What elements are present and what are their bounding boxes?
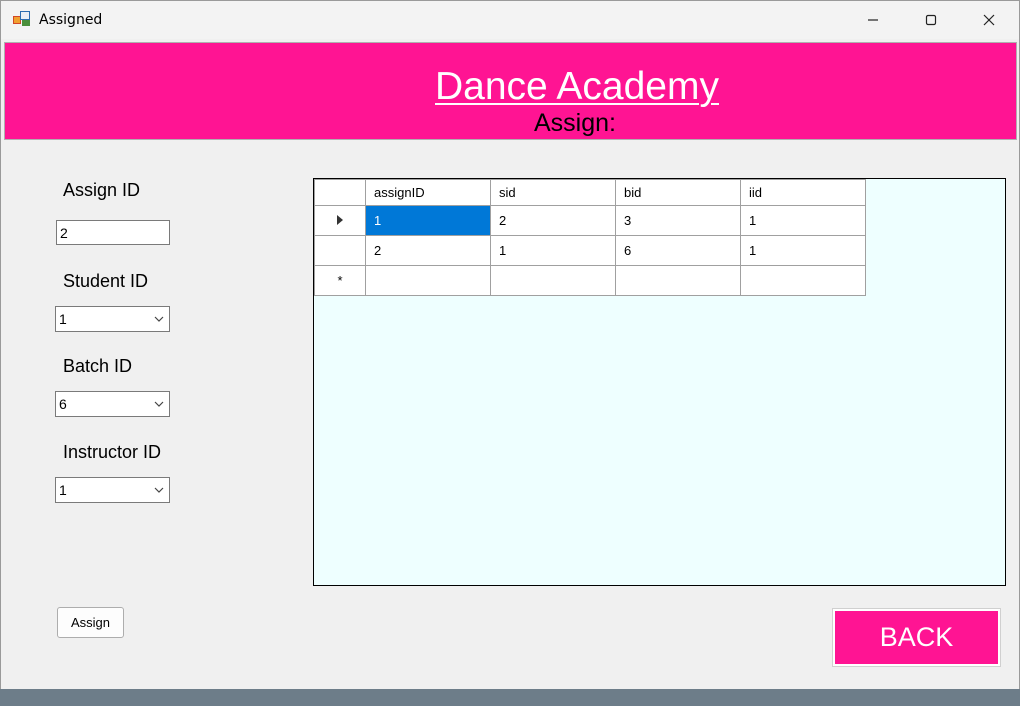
batch-id-value: 6 [59,396,67,412]
close-icon [983,14,995,26]
grid-cell[interactable]: 1 [740,235,866,266]
column-header-bid[interactable]: bid [615,179,741,206]
student-id-select[interactable]: 1 [55,306,170,332]
chevron-down-icon [154,316,164,322]
grid-cell[interactable]: 1 [490,235,616,266]
grid-header-row: assignID sid bid iid [314,179,866,206]
grid-cell[interactable] [740,265,866,296]
app-icon [13,11,30,26]
grid-cell[interactable]: 1 [365,205,491,236]
title-bar[interactable]: Assigned [1,1,1019,39]
grid-cell[interactable] [490,265,616,296]
grid-cell[interactable]: 3 [615,205,741,236]
grid-corner-cell[interactable] [314,179,366,206]
instructor-id-select[interactable]: 1 [55,477,170,503]
grid-cell[interactable] [615,265,741,296]
minimize-button[interactable] [844,1,902,39]
grid-cell[interactable]: 2 [490,205,616,236]
batch-id-select[interactable]: 6 [55,391,170,417]
window-title: Assigned [39,12,103,28]
header-banner: Dance Academy Assign: [4,42,1017,140]
grid-cell[interactable]: 1 [740,205,866,236]
student-id-label: Student ID [63,271,149,291]
assigned-window: Assigned Dance Academy Assign: Assign ID… [0,0,1020,689]
assign-id-field[interactable] [56,220,170,245]
new-row-marker[interactable]: * [314,265,366,296]
assign-button[interactable]: Assign [57,607,124,638]
maximize-icon [925,14,937,26]
student-id-value: 1 [59,311,67,327]
column-header-iid[interactable]: iid [740,179,866,206]
brand-title: Dance Academy [435,65,719,108]
column-header-assignid[interactable]: assignID [365,179,491,206]
column-header-sid[interactable]: sid [490,179,616,206]
row-header[interactable] [314,235,366,266]
new-row[interactable]: * [314,265,866,296]
grid-cell[interactable]: 2 [365,235,491,266]
current-row-arrow-icon [337,215,343,225]
chevron-down-icon [154,401,164,407]
grid-cell[interactable]: 6 [615,235,741,266]
chevron-down-icon [154,487,164,493]
grid-cell[interactable] [365,265,491,296]
assignments-table: assignID sid bid iid 1 2 3 1 2 1 6 1 * [314,179,866,296]
row-header-current[interactable] [314,205,366,236]
instructor-id-value: 1 [59,482,67,498]
close-button[interactable] [960,1,1018,39]
minimize-icon [868,19,878,21]
back-button[interactable]: BACK [832,608,1001,667]
instructor-id-label: Instructor ID [63,442,162,462]
desktop-background [0,689,1020,706]
maximize-button[interactable] [902,1,960,39]
table-row[interactable]: 2 1 6 1 [314,235,866,266]
page-subtitle: Assign: [534,109,616,137]
batch-id-label: Batch ID [63,356,133,376]
assignments-grid[interactable]: assignID sid bid iid 1 2 3 1 2 1 6 1 * [313,178,1006,586]
table-row[interactable]: 1 2 3 1 [314,205,866,236]
assign-id-label: Assign ID [63,180,141,200]
